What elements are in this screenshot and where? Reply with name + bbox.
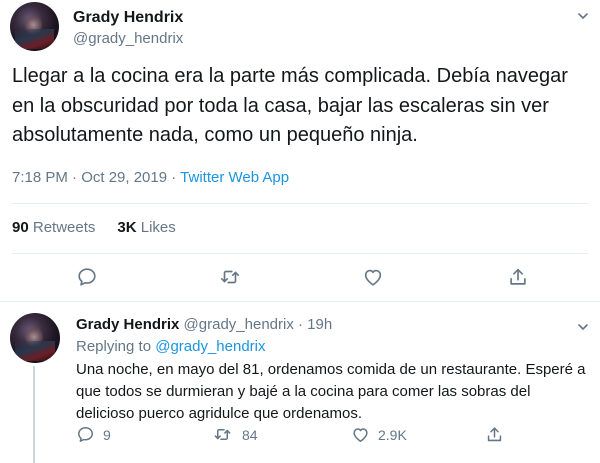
reply-count: 9 (103, 427, 111, 443)
tweet-text: Una noche, en mayo del 81, ordenamos com… (76, 361, 586, 422)
reply-header: Grady Hendrix @grady_hendrix · 19h (76, 316, 332, 333)
share-icon[interactable] (485, 425, 504, 444)
likes-count: 3K (117, 219, 137, 236)
author-name[interactable]: Grady Hendrix (76, 316, 179, 333)
heart-icon[interactable] (362, 266, 384, 288)
heart-icon[interactable] (351, 425, 370, 444)
reply-tweet[interactable]: Grady Hendrix @grady_hendrix · 19h Reply… (0, 301, 600, 463)
retweets-label: Retweets (32, 219, 96, 236)
tweet-text: Llegar a la cocina era la parte más comp… (12, 65, 568, 146)
retweets-count: 90 (12, 219, 29, 236)
share-icon[interactable] (507, 266, 529, 288)
reply-icon[interactable] (76, 425, 95, 444)
retweet-count: 84 (242, 427, 258, 443)
engagement-counts: 90 Retweets 3K Likes (12, 219, 176, 236)
thread-line (33, 366, 35, 463)
tweet-timestamp: 7:18 PM · Oct 29, 2019 · Twitter Web App (12, 169, 289, 186)
divider (12, 253, 588, 254)
reply-icon[interactable] (76, 266, 98, 288)
avatar[interactable] (10, 2, 59, 51)
chevron-down-icon[interactable] (578, 322, 588, 332)
divider (12, 203, 588, 204)
replying-prefix: Replying to (76, 338, 156, 355)
likes-stat[interactable]: 3K Likes (117, 219, 175, 236)
author-handle[interactable]: @grady_hendrix (73, 30, 183, 47)
avatar[interactable] (10, 313, 60, 363)
replying-to: Replying to @grady_hendrix (76, 338, 266, 355)
tweet-source[interactable]: Twitter Web App (180, 169, 289, 186)
likes-label: Likes (140, 219, 176, 236)
replying-to-link[interactable]: @grady_hendrix (155, 338, 265, 355)
tweet-time[interactable]: 7:18 PM · Oct 29, 2019 · (12, 169, 180, 186)
chevron-down-icon[interactable] (578, 11, 588, 21)
retweet-icon[interactable] (219, 266, 241, 288)
author-handle[interactable]: @grady_hendrix · 19h (184, 316, 333, 333)
main-tweet: Grady Hendrix @grady_hendrix Llegar a la… (0, 0, 600, 301)
like-count: 2.9K (378, 427, 407, 443)
author-name[interactable]: Grady Hendrix (73, 9, 183, 27)
retweet-icon[interactable] (213, 425, 232, 444)
retweets-stat[interactable]: 90 Retweets (12, 219, 95, 236)
